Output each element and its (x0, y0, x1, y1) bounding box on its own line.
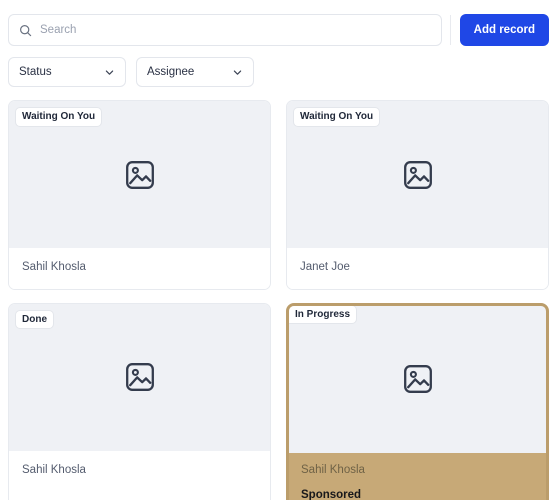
assignee-name: Sahil Khosla (301, 463, 365, 476)
record-card-footer: Sahil Khosla (9, 248, 270, 289)
assignee-name: Sahil Khosla (22, 463, 86, 476)
status-badge: Waiting On You (16, 108, 102, 126)
toolbar-divider (449, 15, 451, 45)
search-input[interactable] (40, 24, 431, 36)
image-placeholder-icon (402, 363, 434, 395)
record-card-media: Waiting On You (9, 101, 270, 248)
record-card-media: Waiting On You (287, 101, 548, 248)
filter-row: Status Assignee (8, 57, 549, 87)
chevron-down-icon (104, 67, 115, 78)
record-card-footer: Sahil Khosla Sponsored (289, 453, 546, 500)
status-filter-select[interactable]: Status (8, 57, 126, 87)
search-box[interactable] (8, 14, 442, 46)
chevron-down-icon (232, 67, 243, 78)
status-filter-label: Status (19, 66, 52, 78)
image-placeholder-icon (124, 159, 156, 191)
assignee-name: Sahil Khosla (22, 261, 86, 273)
record-card[interactable]: Done Sahil Khosla (8, 302, 271, 500)
records-board-page: Add record Status Assignee Waiting (0, 0, 557, 500)
status-badge: In Progress (289, 305, 357, 324)
status-badge: Done (16, 310, 53, 329)
image-placeholder-icon (402, 159, 434, 191)
record-card[interactable]: Waiting On You Sahil Khosla (8, 100, 271, 290)
status-badge: Waiting On You (294, 108, 380, 126)
record-card-media: In Progress (289, 305, 546, 453)
record-card-sponsored[interactable]: In Progress Sahil Khosla Sponsored (286, 302, 549, 500)
image-placeholder-icon (124, 361, 156, 393)
records-grid: Waiting On You Sahil Khosla Waiting On Y… (8, 100, 549, 500)
sponsored-label: Sponsored (301, 488, 362, 500)
search-icon (19, 24, 32, 37)
assignee-filter-label: Assignee (147, 66, 195, 78)
record-card[interactable]: Waiting On You Janet Joe (286, 100, 549, 290)
record-card-footer: Janet Joe (287, 248, 548, 289)
record-card-media: Done (9, 303, 270, 451)
assignee-filter-select[interactable]: Assignee (136, 57, 254, 87)
record-card-footer: Sahil Khosla (9, 450, 270, 500)
add-record-button[interactable]: Add record (459, 14, 549, 46)
assignee-name: Janet Joe (300, 261, 350, 273)
toolbar: Add record (8, 14, 549, 46)
